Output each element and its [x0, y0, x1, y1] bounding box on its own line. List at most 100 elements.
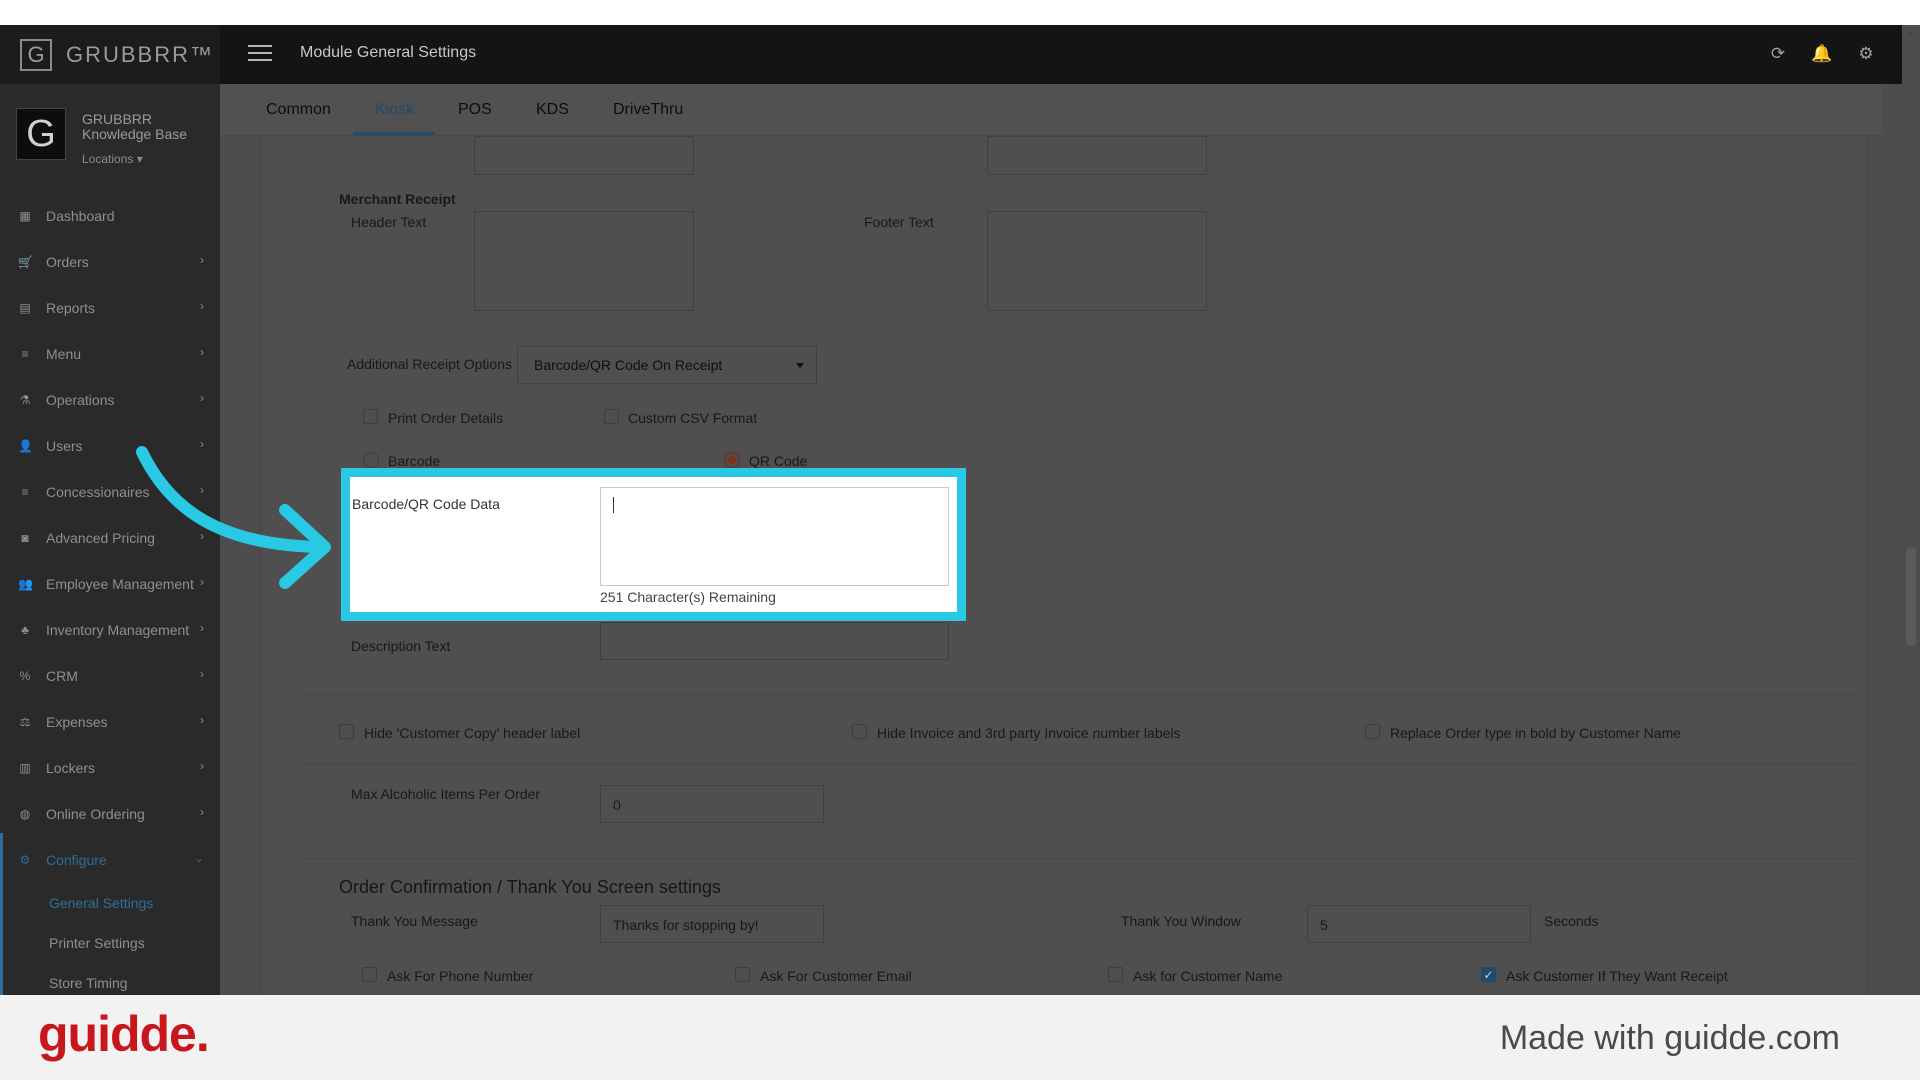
sidebar-subitem-store-timing[interactable]: Store Timing: [0, 963, 220, 995]
qr-code-radio[interactable]: [724, 452, 740, 468]
sidebar-item-label: Lockers: [46, 760, 96, 776]
guidde-logo: guidde.: [38, 1006, 210, 1062]
text-cursor: [613, 497, 614, 513]
made-with-text: Made with guidde.com: [1499, 1019, 1840, 1057]
grubbrr-logo-icon: G: [20, 38, 52, 71]
ask-email-checkbox[interactable]: [735, 967, 750, 982]
scrollbar-track[interactable]: [1902, 25, 1920, 995]
scrollbar-thumb[interactable]: [1906, 548, 1916, 646]
report-icon: ▤: [19, 301, 31, 315]
list-icon: ≡: [21, 485, 29, 499]
characters-remaining: 251 Character(s) Remaining: [600, 589, 776, 605]
chevron-right-icon: ›: [200, 391, 204, 405]
description-text-input[interactable]: [600, 622, 949, 660]
thank-you-message-input[interactable]: Thanks for stopping by!: [600, 905, 824, 943]
divider: [305, 858, 1855, 859]
users-icon: 👥: [18, 577, 33, 591]
sidebar-item-label: Menu: [46, 346, 82, 362]
replace-order-type-label: Replace Order type in bold by Customer N…: [1390, 725, 1682, 741]
customer-footer-textarea[interactable]: [987, 136, 1207, 175]
qr-code-label: QR Code: [749, 453, 808, 469]
divider: [305, 694, 1855, 695]
active-indicator: [0, 833, 3, 995]
thank-you-window-label: Thank You Window: [1121, 913, 1241, 929]
profile: G GRUBBRR Knowledge Base Locations ▾: [16, 108, 206, 168]
sidebar-item-label: Dashboard: [46, 208, 115, 224]
ask-receipt-label: Ask Customer If They Want Receipt: [1506, 968, 1728, 984]
brand-name: GRUBBRR™: [66, 41, 215, 67]
locker-icon: ▥: [19, 761, 31, 775]
hamburger-menu-icon[interactable]: [248, 45, 272, 63]
ask-phone-label: Ask For Phone Number: [387, 968, 534, 984]
tab-drivethru[interactable]: DriveThru: [613, 101, 683, 119]
brand[interactable]: G GRUBBRR™: [0, 25, 220, 84]
tab-active-underline: [353, 132, 435, 135]
refresh-icon[interactable]: ⟳: [1767, 43, 1789, 65]
merchant-header-textarea[interactable]: [474, 211, 694, 311]
barcode-qr-data-textarea[interactable]: [600, 487, 949, 586]
tab-kiosk[interactable]: Kiosk: [375, 101, 414, 119]
sidebar-item-configure[interactable]: ⚙ Configure ⌄: [0, 837, 220, 883]
hide-invoice-checkbox[interactable]: [852, 724, 867, 739]
divider: [305, 763, 1855, 764]
additional-receipt-options-select[interactable]: Barcode/QR Code On Receipt: [517, 346, 817, 384]
replace-order-type-checkbox[interactable]: [1365, 724, 1380, 739]
sidebar-subitem-printer-settings[interactable]: Printer Settings: [0, 923, 220, 963]
ask-phone-checkbox[interactable]: [362, 967, 377, 982]
chevron-right-icon: ›: [200, 805, 204, 819]
sidebar-item-crm[interactable]: % CRM ›: [0, 653, 220, 699]
sidebar-nav: ▦ Dashboard 🛒 Orders › ▤ Reports › ≡ Menu › ⚗ Operat…: [0, 193, 220, 995]
sitemap-icon: ♣: [21, 623, 29, 637]
scale-icon: ⚖: [19, 715, 31, 729]
sidebar-item-label: Operations: [46, 392, 115, 408]
print-order-details-checkbox[interactable]: [363, 409, 378, 424]
sidebar-item-expenses[interactable]: ⚖ Expenses ›: [0, 699, 220, 745]
user-add-icon: 👤: [18, 439, 33, 453]
chevron-right-icon: ›: [200, 667, 204, 681]
customer-header-textarea[interactable]: [474, 136, 694, 175]
chevron-right-icon: ›: [200, 253, 204, 267]
footer-text-label: Footer Text: [864, 214, 934, 230]
ask-receipt-checkbox[interactable]: ✓: [1481, 967, 1496, 982]
max-alcoholic-input[interactable]: 0: [600, 785, 824, 823]
sidebar-item-online-ordering[interactable]: ◍ Online Ordering ›: [0, 791, 220, 837]
locations-dropdown[interactable]: Locations ▾: [82, 152, 143, 166]
custom-csv-format-checkbox[interactable]: [604, 409, 619, 424]
sidebar-item-operations[interactable]: ⚗ Operations ›: [0, 377, 220, 423]
additional-receipt-options-label: Additional Receipt Options: [347, 356, 512, 372]
tab-bar: Common Kiosk POS KDS DriveThru: [220, 84, 1882, 136]
sidebar-item-label: CRM: [46, 668, 78, 684]
sidebar-item-lockers[interactable]: ▥ Lockers ›: [0, 745, 220, 791]
tab-common[interactable]: Common: [266, 101, 331, 119]
top-navbar: G GRUBBRR™ Module General Settings ⟳ 🔔 ⚙: [0, 25, 1902, 84]
header-text-label: Header Text: [351, 214, 427, 230]
chevron-right-icon: ›: [200, 345, 204, 359]
sidebar-item-dashboard[interactable]: ▦ Dashboard: [0, 193, 220, 239]
select-value: Barcode/QR Code On Receipt: [534, 357, 723, 373]
gear-icon[interactable]: ⚙: [1855, 43, 1877, 65]
hide-customer-copy-label: Hide 'Customer Copy' header label: [364, 725, 581, 741]
ask-name-checkbox[interactable]: [1108, 967, 1123, 982]
seconds-label: Seconds: [1544, 913, 1599, 929]
max-alcoholic-label: Max Alcoholic Items Per Order: [351, 786, 541, 802]
percent-icon: %: [19, 669, 31, 683]
hide-customer-copy-checkbox[interactable]: [339, 724, 354, 739]
bell-icon[interactable]: 🔔: [1811, 43, 1833, 65]
tab-pos[interactable]: POS: [458, 101, 492, 119]
barcode-radio[interactable]: [363, 452, 379, 468]
globe-icon: ◍: [19, 807, 31, 821]
sidebar-item-inventory-management[interactable]: ♣ Inventory Management ›: [0, 607, 220, 653]
merchant-footer-textarea[interactable]: [987, 211, 1207, 311]
sidebar-item-menu[interactable]: ≡ Menu ›: [0, 331, 220, 377]
tab-kds[interactable]: KDS: [536, 101, 569, 119]
sidebar-item-orders[interactable]: 🛒 Orders ›: [0, 239, 220, 285]
print-order-details-label: Print Order Details: [388, 410, 504, 426]
thank-you-window-input[interactable]: 5: [1307, 905, 1531, 943]
sidebar-item-label: Users: [46, 438, 83, 454]
custom-csv-format-label: Custom CSV Format: [628, 410, 758, 426]
scroll-up-icon[interactable]: ▲: [1906, 28, 1915, 38]
sidebar-subitem-general-settings[interactable]: General Settings: [0, 883, 220, 923]
money-icon: ◙: [21, 531, 29, 545]
caret-down-icon: [796, 363, 804, 368]
sidebar-item-reports[interactable]: ▤ Reports ›: [0, 285, 220, 331]
